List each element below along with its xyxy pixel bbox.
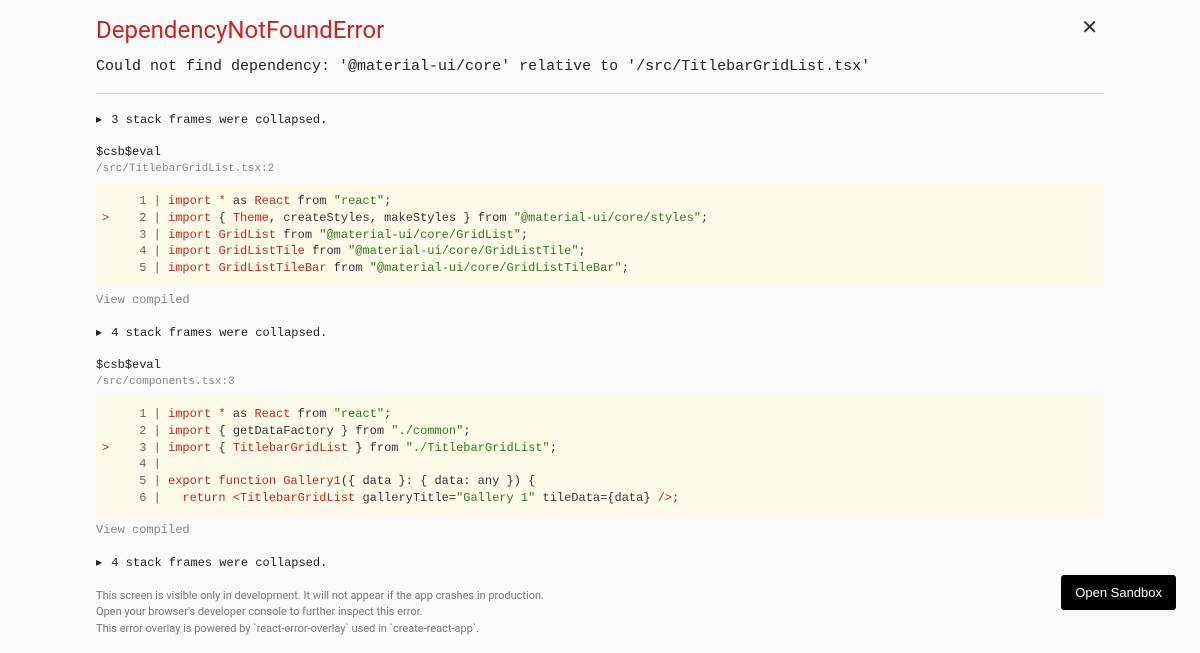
stack-collapse-label: 4 stack frames were collapsed. bbox=[111, 556, 327, 570]
frame2-location: /src/components.tsx:3 bbox=[96, 376, 1104, 388]
code-line: 3 | import GridList from "@material-ui/c… bbox=[102, 227, 1098, 244]
stack-collapse-2[interactable]: ▸ 4 stack frames were collapsed. bbox=[96, 325, 1104, 340]
code-line: 4 | import GridListTile from "@material-… bbox=[102, 243, 1098, 260]
code-line: 2 | import { getDataFactory } from "./co… bbox=[102, 423, 1098, 440]
frame1-title: $csb$eval bbox=[96, 145, 1104, 159]
error-title: DependencyNotFoundError bbox=[96, 16, 1104, 44]
code-line: 6 | return <TitlebarGridList galleryTitl… bbox=[102, 490, 1098, 507]
footer-line: This screen is visible only in developme… bbox=[96, 588, 1104, 605]
frame2-title: $csb$eval bbox=[96, 358, 1104, 372]
stack-collapse-label: 3 stack frames were collapsed. bbox=[111, 113, 327, 127]
code-line: 1 | import * as React from "react"; bbox=[102, 406, 1098, 423]
error-message: Could not find dependency: '@material-ui… bbox=[96, 58, 1104, 75]
open-sandbox-button[interactable]: Open Sandbox bbox=[1061, 575, 1176, 610]
stack-collapse-3[interactable]: ▸ 4 stack frames were collapsed. bbox=[96, 555, 1104, 570]
code-line: 5 | import GridListTileBar from "@materi… bbox=[102, 260, 1098, 277]
code-line: 1 | import * as React from "react"; bbox=[102, 193, 1098, 210]
frame1-location: /src/TitlebarGridList.tsx:2 bbox=[96, 163, 1104, 175]
footer-line: Open your browser's developer console to… bbox=[96, 604, 1104, 621]
code-line-highlight: > 2 | import { Theme, createStyles, make… bbox=[102, 210, 1098, 227]
code-line-highlight: > 3 | import { TitlebarGridList } from "… bbox=[102, 440, 1098, 457]
code-line: 5 | export function Gallery1({ data }: {… bbox=[102, 473, 1098, 490]
stack-collapse-1[interactable]: ▸ 3 stack frames were collapsed. bbox=[96, 112, 1104, 127]
close-button[interactable]: ✕ bbox=[1081, 18, 1098, 38]
divider bbox=[96, 93, 1104, 94]
view-compiled-2[interactable]: View compiled bbox=[96, 523, 1104, 537]
disclosure-icon: ▸ bbox=[96, 112, 102, 127]
disclosure-icon: ▸ bbox=[96, 325, 102, 340]
code-block-1: 1 | import * as React from "react"; > 2 … bbox=[96, 185, 1104, 285]
view-compiled-1[interactable]: View compiled bbox=[96, 293, 1104, 307]
footer-line: This error overlay is powered by `react-… bbox=[96, 621, 1104, 638]
stack-collapse-label: 4 stack frames were collapsed. bbox=[111, 326, 327, 340]
disclosure-icon: ▸ bbox=[96, 555, 102, 570]
code-line: 4 | bbox=[102, 456, 1098, 473]
code-block-2: 1 | import * as React from "react"; 2 | … bbox=[96, 398, 1104, 515]
